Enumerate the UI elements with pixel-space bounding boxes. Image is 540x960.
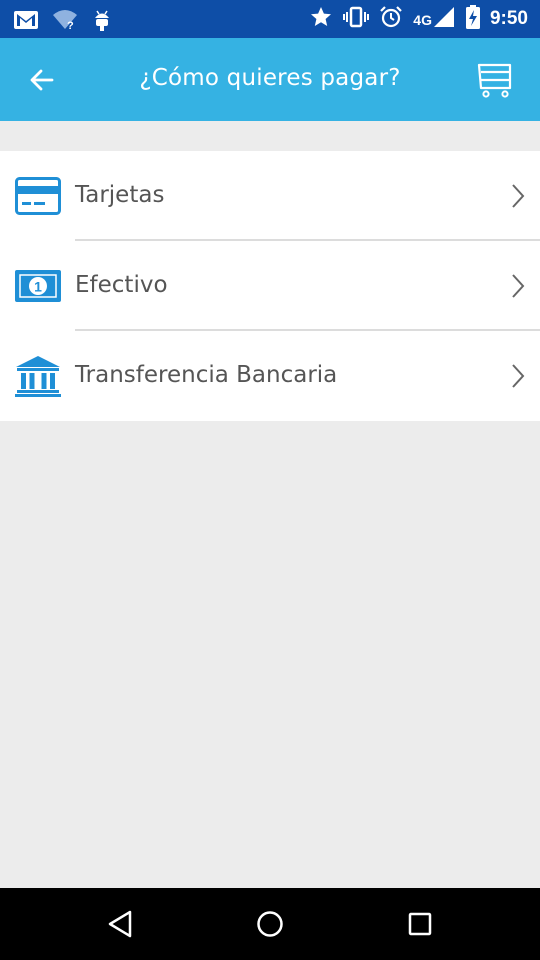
nav-back-button[interactable] [100,906,140,942]
page-title: ¿Cómo quieres pagar? [139,65,401,91]
network-type-label: 4G [413,11,432,28]
wifi-unknown-icon: ? [52,9,78,36]
cart-icon [477,63,512,98]
svg-text:?: ? [67,20,74,31]
android-debug-icon [92,8,112,37]
signal-icon [432,5,456,34]
vibrate-icon [343,5,370,34]
alarm-icon [379,5,403,34]
gmail-icon [14,11,38,34]
chevron-right-icon [506,361,530,391]
nav-home-button[interactable] [250,906,290,942]
svg-text:1: 1 [34,279,42,295]
nav-recents-button[interactable] [400,906,440,942]
payment-method-label: Efectivo [75,272,168,298]
app-bar: ¿Cómo quieres pagar? [0,38,540,121]
chevron-right-icon [506,181,530,211]
payment-method-cards[interactable]: Tarjetas [0,151,540,241]
star-icon [309,5,333,34]
cash-icon: 1 [14,265,62,307]
credit-card-icon [14,175,62,217]
payment-method-cash[interactable]: 1 Efectivo [0,241,540,331]
back-triangle-icon [108,910,132,938]
home-circle-icon [257,911,283,937]
battery-charging-icon [465,4,480,34]
payment-method-label: Tarjetas [75,182,165,208]
payment-method-list: Tarjetas 1 Efectivo Transferencia Bancar… [0,151,540,421]
chevron-right-icon [506,271,530,301]
status-bar-system: 4G 9:50 [309,0,528,38]
status-bar: ? 4G 9:50 [0,0,540,38]
payment-method-label: Transferencia Bancaria [75,362,338,388]
cart-button[interactable] [476,60,516,100]
system-navigation-bar [0,888,540,960]
bank-icon [14,355,62,397]
recents-square-icon [408,912,432,936]
status-bar-notifications: ? [14,8,112,37]
payment-method-bank-transfer[interactable]: Transferencia Bancaria [0,331,540,421]
status-time: 9:50 [489,8,528,29]
